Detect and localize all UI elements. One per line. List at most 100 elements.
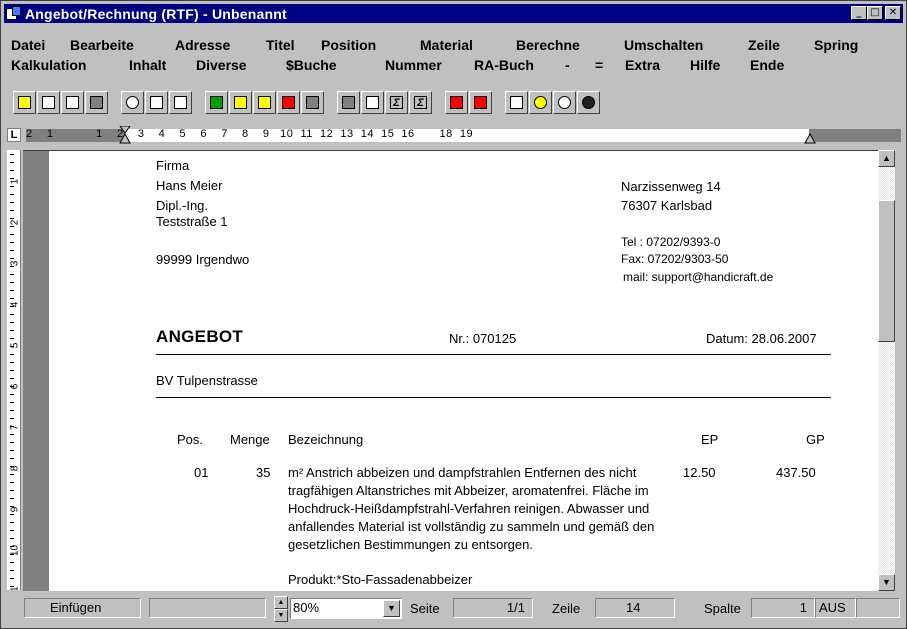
- menu-berechne[interactable]: Berechne: [516, 37, 580, 53]
- tb-calculator-button[interactable]: [337, 91, 360, 114]
- tb-forward-button[interactable]: [445, 91, 468, 114]
- zoom-dropdown-button[interactable]: ▼: [383, 600, 400, 617]
- ruler-tick: [10, 458, 14, 459]
- calculator-icon: [342, 96, 355, 109]
- sender-firma: Firma: [156, 158, 190, 173]
- project-title: BV Tulpenstrasse: [156, 373, 258, 388]
- left-indent-marker[interactable]: [119, 126, 131, 144]
- menu-hilfe[interactable]: Hilfe: [690, 57, 720, 73]
- right-indent-marker[interactable]: [804, 126, 816, 144]
- ruler-number: 2: [9, 219, 21, 226]
- close-button[interactable]: ✕: [885, 6, 901, 20]
- tb-new-button[interactable]: [37, 91, 60, 114]
- pos-unit-price: 12.50: [683, 465, 716, 480]
- menu-diverse[interactable]: Diverse: [196, 57, 247, 73]
- title-bar[interactable]: Angebot/Rechnung (RTF) - Unbenannt _ □ ✕: [4, 4, 903, 23]
- tb-open-button[interactable]: [13, 91, 36, 114]
- folder-icon: [18, 96, 31, 109]
- tb-tools-button[interactable]: [301, 91, 324, 114]
- menu-bearbeite[interactable]: Bearbeite: [70, 37, 134, 53]
- zoom-up-button[interactable]: ▲: [274, 596, 288, 609]
- ruler-tick: [10, 578, 14, 579]
- doc-date: Datum: 28.06.2007: [706, 331, 817, 346]
- menu-nummer[interactable]: Nummer: [385, 57, 442, 73]
- pos-description: m² Anstrich abbeizen und dampfstrahlen E…: [288, 465, 655, 552]
- vertical-scrollbar[interactable]: ▲ ▼: [878, 150, 895, 591]
- menu-ende[interactable]: Ende: [750, 57, 784, 73]
- menu-spring[interactable]: Spring: [814, 37, 858, 53]
- col-gp: GP: [806, 432, 825, 447]
- tb-lock-button[interactable]: [529, 91, 552, 114]
- tb-record-button[interactable]: [577, 91, 600, 114]
- tb-run-button[interactable]: [229, 91, 252, 114]
- horizontal-ruler[interactable]: L 2 1 1 2 3 4 5 6 7 8 9 10 11 12 13 14 1…: [4, 125, 903, 145]
- menu-buche[interactable]: $Buche: [286, 57, 337, 73]
- tb-flash-button[interactable]: [277, 91, 300, 114]
- spin-down-icon: ▼: [277, 612, 285, 619]
- document-area[interactable]: Firma Hans Meier Dipl.-Ing. Teststraße 1…: [23, 150, 878, 591]
- folder2-icon: [258, 96, 271, 109]
- sigma-r-icon: Σ: [414, 96, 427, 109]
- menu-kalkulation[interactable]: Kalkulation: [11, 57, 86, 73]
- menu-extra[interactable]: Extra: [625, 57, 660, 73]
- menu-row-2: Kalkulation Inhalt Diverse $Buche Nummer…: [4, 57, 903, 77]
- tools-icon: [306, 96, 319, 109]
- tb-unlock-button[interactable]: [553, 91, 576, 114]
- menu-equals[interactable]: =: [595, 57, 603, 73]
- scroll-down-button[interactable]: ▼: [878, 574, 895, 591]
- sender-street: Teststraße 1: [156, 214, 228, 229]
- sender-name: Hans Meier: [156, 178, 223, 193]
- status-extra: [856, 598, 900, 618]
- tb-text-button[interactable]: [505, 91, 528, 114]
- menu-ra-buch[interactable]: RA-Buch: [474, 57, 534, 73]
- app-icon[interactable]: [6, 5, 22, 22]
- tb-sum-r-button[interactable]: Σ: [409, 91, 432, 114]
- document-page[interactable]: Firma Hans Meier Dipl.-Ing. Teststraße 1…: [49, 151, 878, 591]
- ruler-tick: [10, 290, 14, 291]
- tb-settings-button[interactable]: [361, 91, 384, 114]
- status-mode: Einfügen: [24, 598, 141, 618]
- tb-open2-button[interactable]: [253, 91, 276, 114]
- tb-copy-button[interactable]: [61, 91, 84, 114]
- col-bezeichnung: Bezeichnung: [288, 432, 364, 447]
- pos-quantity: 35: [256, 465, 271, 480]
- minimize-button[interactable]: _: [851, 6, 867, 20]
- scroll-thumb[interactable]: [878, 200, 895, 342]
- zoom-spinner[interactable]: ▲ ▼: [274, 596, 288, 622]
- ruler-tick: [10, 450, 14, 451]
- zoom-select[interactable]: 80% ▼: [290, 598, 402, 619]
- tab-stop-selector[interactable]: L: [7, 128, 21, 142]
- sigma-a-icon: Σ: [390, 96, 403, 109]
- menu-inhalt[interactable]: Inhalt: [129, 57, 166, 73]
- ruler-number: 7: [9, 424, 21, 431]
- tb-preview-button[interactable]: [121, 91, 144, 114]
- ruler-tick: [10, 562, 14, 563]
- ruler-number: 5: [9, 342, 21, 349]
- tb-sum-a-button[interactable]: Σ: [385, 91, 408, 114]
- menu-datei[interactable]: Datei: [11, 37, 45, 53]
- tb-back-button[interactable]: [469, 91, 492, 114]
- company-street: Narzissenweg 14: [621, 179, 721, 194]
- maximize-button[interactable]: □: [867, 6, 883, 20]
- scroll-up-button[interactable]: ▲: [878, 150, 895, 167]
- menu-zeile[interactable]: Zeile: [748, 37, 780, 53]
- tb-paste-button[interactable]: [85, 91, 108, 114]
- menu-position[interactable]: Position: [321, 37, 376, 53]
- text-icon: [510, 96, 523, 109]
- ruler-number: 3: [9, 260, 21, 267]
- ruler-tick: [10, 362, 14, 363]
- page-label: Seite: [410, 601, 440, 616]
- menu-titel[interactable]: Titel: [266, 37, 295, 53]
- tb-print-button[interactable]: [145, 91, 168, 114]
- flash-icon: [282, 96, 295, 109]
- menu-minus[interactable]: -: [565, 57, 570, 73]
- zoom-down-button[interactable]: ▼: [274, 609, 288, 622]
- window-title: Angebot/Rechnung (RTF) - Unbenannt: [25, 5, 287, 22]
- tb-chart-button[interactable]: [205, 91, 228, 114]
- tb-print-r-button[interactable]: [169, 91, 192, 114]
- menu-adresse[interactable]: Adresse: [175, 37, 230, 53]
- divider-1: [156, 354, 831, 355]
- menu-material[interactable]: Material: [420, 37, 473, 53]
- menu-umschalten[interactable]: Umschalten: [624, 37, 703, 53]
- ruler-tick: [10, 530, 14, 531]
